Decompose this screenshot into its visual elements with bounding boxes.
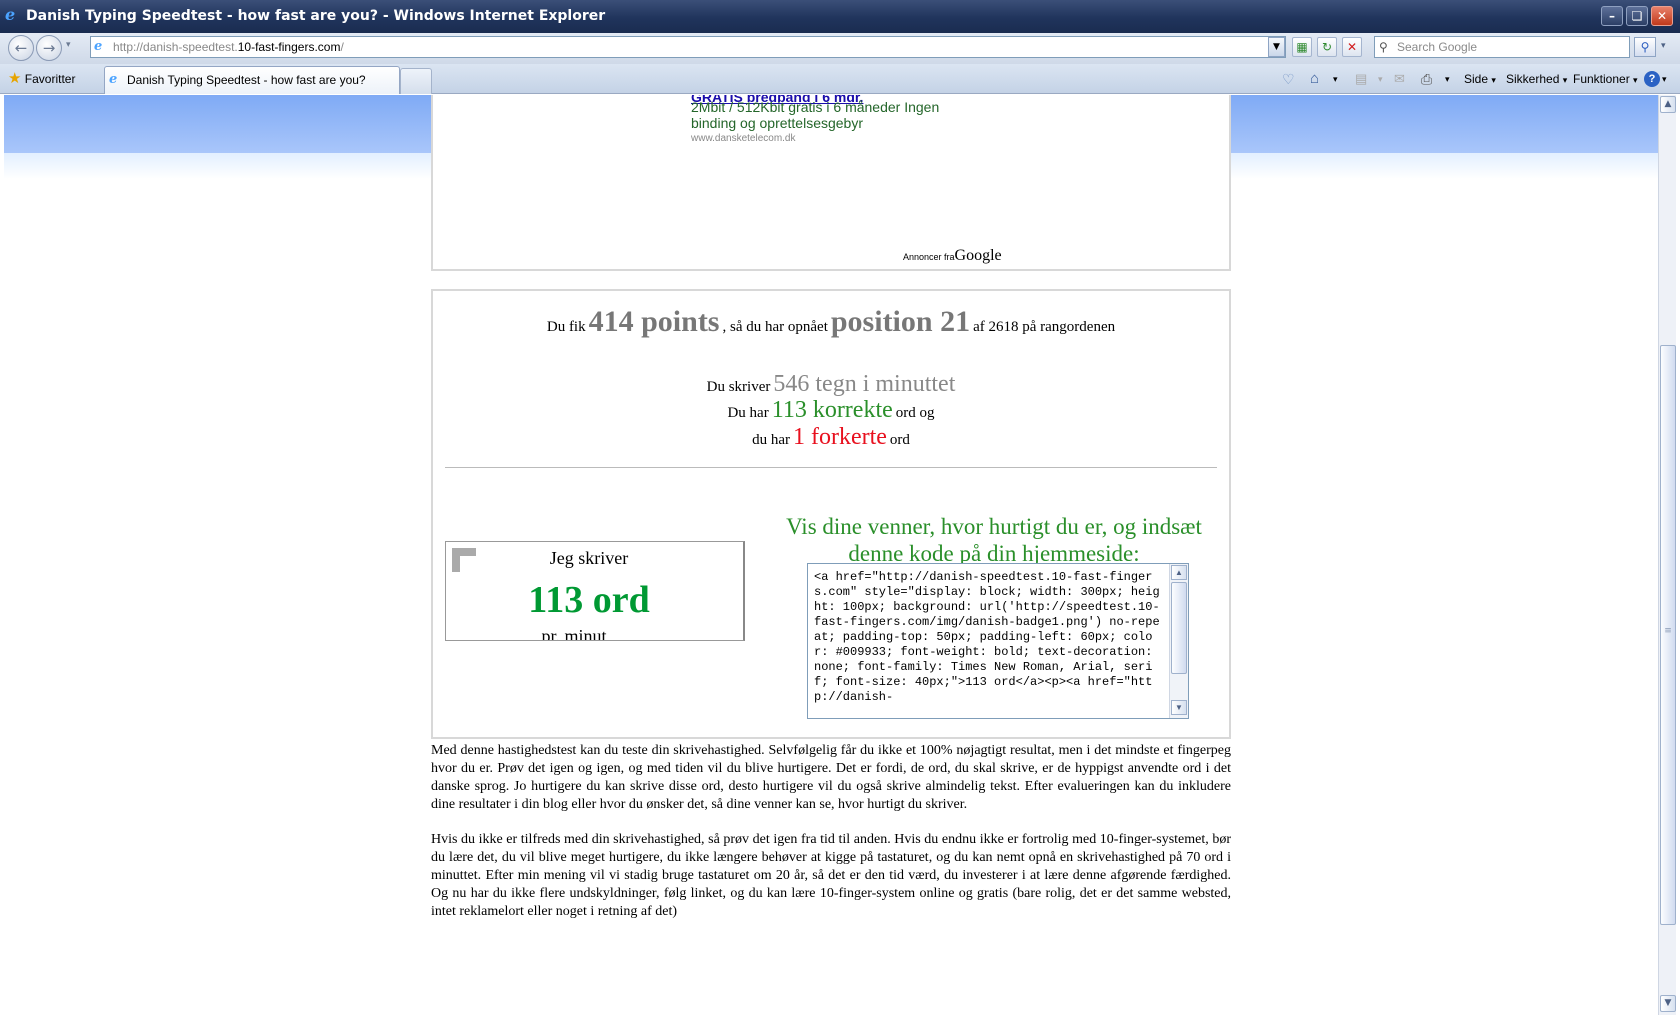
badge-value: 113 ord xyxy=(528,579,650,621)
close-window-button[interactable]: ✕ xyxy=(1651,6,1673,26)
back-arrow-icon: ← xyxy=(14,39,28,57)
ie-logo-icon: e xyxy=(5,5,16,24)
window-title: Danish Typing Speedtest - how fast are y… xyxy=(26,8,606,24)
help-dropdown-icon[interactable]: ▾ xyxy=(1662,70,1667,88)
scroll-thumb[interactable]: ≡ xyxy=(1660,345,1676,925)
safety-menu[interactable]: Sikkerhed ▾ xyxy=(1506,70,1567,88)
correct-line: Du har 113 korrekte ord og xyxy=(433,397,1229,424)
share-heading: Vis dine venner, hvor hurtigt du er, og … xyxy=(786,514,1202,566)
score-suffix: af 2618 på rangordenen xyxy=(973,319,1116,335)
refresh-icon: ↻ xyxy=(1321,40,1333,54)
forward-button[interactable]: → xyxy=(36,35,62,61)
correct-suffix: ord og xyxy=(895,405,935,421)
page-scrollbar[interactable]: ▲ ≡ ▼ xyxy=(1658,95,1676,1015)
score-prefix: Du fik xyxy=(546,319,586,335)
feeds-icon[interactable]: ♡ xyxy=(1282,70,1295,88)
badge-bottom-text: pr. minut xyxy=(541,626,607,641)
google-logo: Google xyxy=(954,247,1002,264)
ad-url[interactable]: www.dansketelecom.dk xyxy=(691,133,796,144)
cpm-prefix: Du skriver xyxy=(706,379,771,395)
home-icon[interactable]: ⌂ xyxy=(1310,70,1319,88)
description-paragraph-1: Med denne hastighedstest kan du teste di… xyxy=(431,743,1231,812)
page-menu[interactable]: Side ▾ xyxy=(1464,70,1496,88)
position-value: position 21 xyxy=(830,305,971,338)
code-scroll-down-icon[interactable]: ▼ xyxy=(1171,700,1187,715)
search-button[interactable]: ⚲ xyxy=(1634,37,1656,57)
history-dropdown-icon[interactable]: ▾ xyxy=(66,40,71,50)
mail-icon[interactable]: ✉ xyxy=(1394,70,1405,88)
print-dropdown-icon[interactable]: ▾ xyxy=(1445,70,1450,88)
restore-button[interactable]: ❏ xyxy=(1626,6,1648,26)
cpm-line: Du skriver 546 tegn i minuttet xyxy=(433,371,1229,398)
tools-menu[interactable]: Funktioner ▾ xyxy=(1573,70,1638,88)
forward-arrow-icon: → xyxy=(42,39,56,57)
search-options-dropdown[interactable]: ▾ xyxy=(1661,41,1666,51)
window-title-bar: e Danish Typing Speedtest - how fast are… xyxy=(0,0,1680,33)
compatibility-icon: ▦ xyxy=(1296,40,1308,54)
score-middle: , så du har opnået xyxy=(722,319,828,335)
search-placeholder: Search Google xyxy=(1397,40,1478,54)
correct-value: 113 korrekte xyxy=(771,397,893,423)
embed-code-textarea[interactable]: <a href="http://danish-speedtest.10-fast… xyxy=(807,563,1189,719)
scroll-up-icon[interactable]: ▲ xyxy=(1660,96,1676,113)
ads-by-label: Annoncer fra xyxy=(903,252,955,262)
ad-box: GRATIS bredbånd i 6 mdr. 2Mbit / 512Kbit… xyxy=(431,95,1231,271)
ads-by-google[interactable]: Annoncer fraGoogle xyxy=(903,247,1002,265)
magnifier-icon: ⚲ xyxy=(1640,40,1650,54)
page-menu-label: Side xyxy=(1464,72,1489,86)
favorites-label: Favoritter xyxy=(24,72,76,86)
result-box: Du fik 414 points , så du har opnået pos… xyxy=(431,289,1231,739)
new-tab-button[interactable] xyxy=(400,68,432,94)
star-icon: ★ xyxy=(8,70,22,87)
safety-menu-label: Sikkerhed xyxy=(1506,72,1560,86)
correct-prefix: Du har xyxy=(727,405,769,421)
refresh-button[interactable]: ↻ xyxy=(1317,37,1337,57)
chevron-down-icon: ▾ xyxy=(1633,75,1638,85)
wrong-line: du har 1 forkerte ord xyxy=(433,424,1229,451)
tab-active[interactable]: e Danish Typing Speedtest - how fast are… xyxy=(104,66,400,94)
favorites-button[interactable]: ★ Favoritter xyxy=(8,69,75,89)
badge-top-text: Jeg skriver xyxy=(549,548,629,568)
tab-favicon-icon: e xyxy=(109,72,118,87)
address-bar[interactable]: e http://danish-speedtest.10-fast-finger… xyxy=(90,36,1286,58)
tools-menu-label: Funktioner xyxy=(1573,72,1630,86)
chevron-down-icon: ▾ xyxy=(1491,75,1496,85)
stop-icon: ✕ xyxy=(1346,40,1358,54)
points-value: 414 points xyxy=(588,305,720,338)
speed-badge[interactable]: Jeg skriver 113 ord pr. minut xyxy=(445,541,745,641)
print-icon[interactable]: ⎙ xyxy=(1421,70,1432,88)
code-scroll-up-icon[interactable]: ▲ xyxy=(1171,565,1187,580)
home-dropdown-icon[interactable]: ▾ xyxy=(1333,70,1338,88)
rss-dropdown-icon[interactable]: ▾ xyxy=(1378,70,1383,88)
ad-text[interactable]: 2Mbit / 512Kbit gratis i 6 måneder Ingen… xyxy=(691,99,951,131)
minimize-button[interactable]: – xyxy=(1601,6,1623,26)
stop-button[interactable]: ✕ xyxy=(1342,37,1362,57)
tab-bar: ★ Favoritter e Danish Typing Speedtest -… xyxy=(0,64,1680,94)
divider xyxy=(445,467,1217,468)
search-input[interactable]: ⚲ Search Google xyxy=(1374,36,1630,58)
page-viewport: GRATIS bredbånd i 6 mdr. 2Mbit / 512Kbit… xyxy=(4,95,1658,1015)
code-scrollbar[interactable]: ▲ ▼ xyxy=(1169,564,1188,718)
description-paragraph-2: Hvis du ikke er tilfreds med din skriveh… xyxy=(431,832,1231,919)
address-dropdown-button[interactable]: ▼ xyxy=(1268,37,1285,57)
url-suffix: / xyxy=(340,40,344,54)
back-button[interactable]: ← xyxy=(8,35,34,61)
wrong-suffix: ord xyxy=(889,432,910,448)
page-favicon-icon: e xyxy=(94,39,103,54)
scroll-down-icon[interactable]: ▼ xyxy=(1660,995,1676,1012)
search-icon: ⚲ xyxy=(1379,40,1388,54)
wrong-prefix: du har xyxy=(752,432,790,448)
url-domain: 10-fast-fingers.com xyxy=(237,40,341,54)
wrong-value: 1 forkerte xyxy=(792,424,887,450)
url-prefix: http://danish-speedtest. xyxy=(113,40,238,54)
score-line: Du fik 414 points , så du har opnået pos… xyxy=(433,305,1229,339)
code-scroll-thumb[interactable] xyxy=(1171,582,1187,674)
chevron-down-icon: ▾ xyxy=(1562,75,1568,85)
help-icon[interactable]: ? xyxy=(1644,71,1660,87)
compatibility-view-button[interactable]: ▦ xyxy=(1292,37,1312,57)
navigation-bar: ← → ▾ e http://danish-speedtest.10-fast-… xyxy=(0,33,1680,64)
cpm-value: 546 tegn i minuttet xyxy=(773,371,956,397)
rss-icon[interactable]: ▤ xyxy=(1355,70,1367,88)
tab-title: Danish Typing Speedtest - how fast are y… xyxy=(127,73,366,87)
